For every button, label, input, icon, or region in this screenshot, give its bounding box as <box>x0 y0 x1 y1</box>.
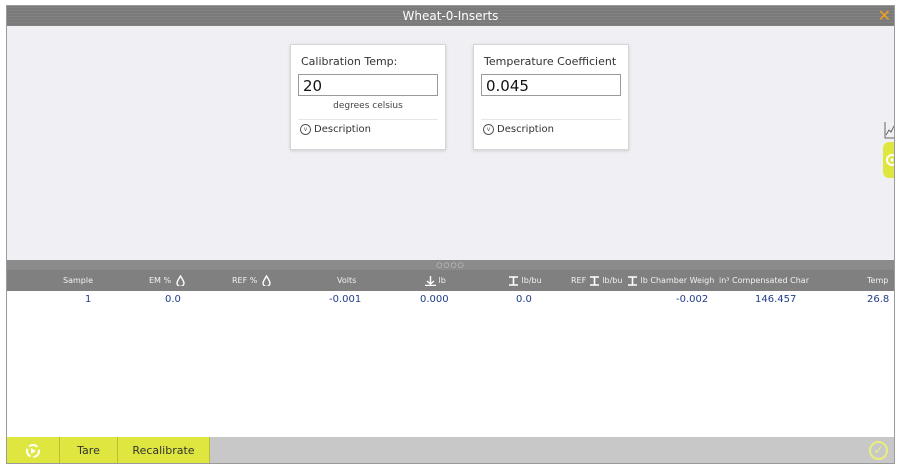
column-header-sample[interactable]: Sample <box>63 270 93 291</box>
description-label: Description <box>497 124 554 135</box>
gear-icon <box>886 154 894 166</box>
table-header: Sample EM % REF % Volts lb lb/bu REF lb/… <box>7 270 894 291</box>
column-header-lbbu[interactable]: lb/bu <box>508 270 542 291</box>
card-separator <box>298 119 438 120</box>
chart-icon <box>884 122 894 139</box>
column-header-volts[interactable]: Volts <box>337 270 356 291</box>
column-header-lb-label: lb <box>438 276 446 285</box>
weight-down-icon <box>425 275 436 286</box>
cell-compensated: 146.457 <box>755 294 797 305</box>
column-header-ref-lbbu[interactable]: REF lb/bu <box>571 270 622 291</box>
chart-tab[interactable] <box>884 118 894 142</box>
column-header-em[interactable]: EM % <box>149 270 185 291</box>
splitter-handle[interactable]: ○○○○ <box>7 260 894 270</box>
bushel-icon <box>628 275 637 286</box>
window-title: Wheat-0-Inserts <box>402 9 499 23</box>
column-header-temp[interactable]: Temp <box>867 270 888 291</box>
calibration-temp-input[interactable]: 20 <box>298 74 438 96</box>
calibration-temp-description-toggle[interactable]: v Description <box>300 124 371 135</box>
cell-sample: 1 <box>85 294 92 305</box>
app-window: Wheat-0-Inserts ✕ Calibration Temp: 20 d… <box>6 5 895 464</box>
description-label: Description <box>314 124 371 135</box>
drop-icon <box>262 274 271 288</box>
refresh-icon <box>26 444 40 458</box>
title-bar: Wheat-0-Inserts ✕ <box>7 6 894 26</box>
temperature-coefficient-description-toggle[interactable]: v Description <box>483 124 554 135</box>
data-table-body: 1 0.0 -0.001 0.000 0.0 -0.002 146.457 26… <box>7 291 894 438</box>
cycle-button[interactable] <box>7 437 60 463</box>
column-header-compensated[interactable]: in³ Compensated Char <box>719 270 819 291</box>
bushel-icon <box>509 275 518 286</box>
temperature-coefficient-input[interactable]: 0.045 <box>481 74 621 96</box>
bushel-icon <box>589 275 599 286</box>
column-header-chamber-weight[interactable]: lb Chamber Weigh <box>627 270 719 291</box>
calibration-temp-label: Calibration Temp: <box>301 55 398 68</box>
cell-volts: -0.001 <box>329 294 362 305</box>
card-separator <box>481 119 621 120</box>
close-icon[interactable]: ✕ <box>878 6 891 26</box>
temperature-coefficient-label: Temperature Coefficient <box>484 55 617 68</box>
column-header-chamber-weight-label: lb Chamber Weigh <box>640 276 715 285</box>
column-header-ref-lbbu-prefix: REF <box>571 276 587 285</box>
column-header-ref-lbbu-label: lb/bu <box>602 276 623 285</box>
chevron-down-icon: v <box>300 124 311 135</box>
column-header-em-label: EM % <box>149 276 172 285</box>
cell-lbbu: 0.0 <box>516 294 532 305</box>
chevron-down-icon: v <box>483 124 494 135</box>
settings-tab[interactable] <box>883 142 894 178</box>
cell-chamber-weight: -0.002 <box>676 294 709 305</box>
column-header-lb[interactable]: lb <box>425 270 446 291</box>
cell-lb: 0.000 <box>420 294 449 305</box>
bottom-toolbar: Tare Recalibrate ✓ <box>7 437 894 463</box>
calibration-temp-unit: degrees celsius <box>333 101 403 111</box>
cell-temp: 26.8 <box>867 294 890 305</box>
table-row[interactable]: 1 0.0 -0.001 0.000 0.0 -0.002 146.457 26… <box>7 291 894 309</box>
calibration-temp-card: Calibration Temp: 20 degrees celsius v D… <box>290 44 446 150</box>
temperature-coefficient-card: Temperature Coefficient 0.045 v Descript… <box>473 44 629 150</box>
column-header-ref[interactable]: REF % <box>232 270 271 291</box>
tare-button[interactable]: Tare <box>60 437 118 463</box>
column-header-lbbu-label: lb/bu <box>521 276 542 285</box>
confirm-check-icon[interactable]: ✓ <box>869 441 888 460</box>
recalibrate-button[interactable]: Recalibrate <box>118 437 210 463</box>
cell-em: 0.0 <box>165 294 181 305</box>
splitter-grip: ○○○○ <box>436 261 465 269</box>
drop-icon <box>175 274 185 288</box>
column-header-ref-label: REF % <box>232 276 258 285</box>
